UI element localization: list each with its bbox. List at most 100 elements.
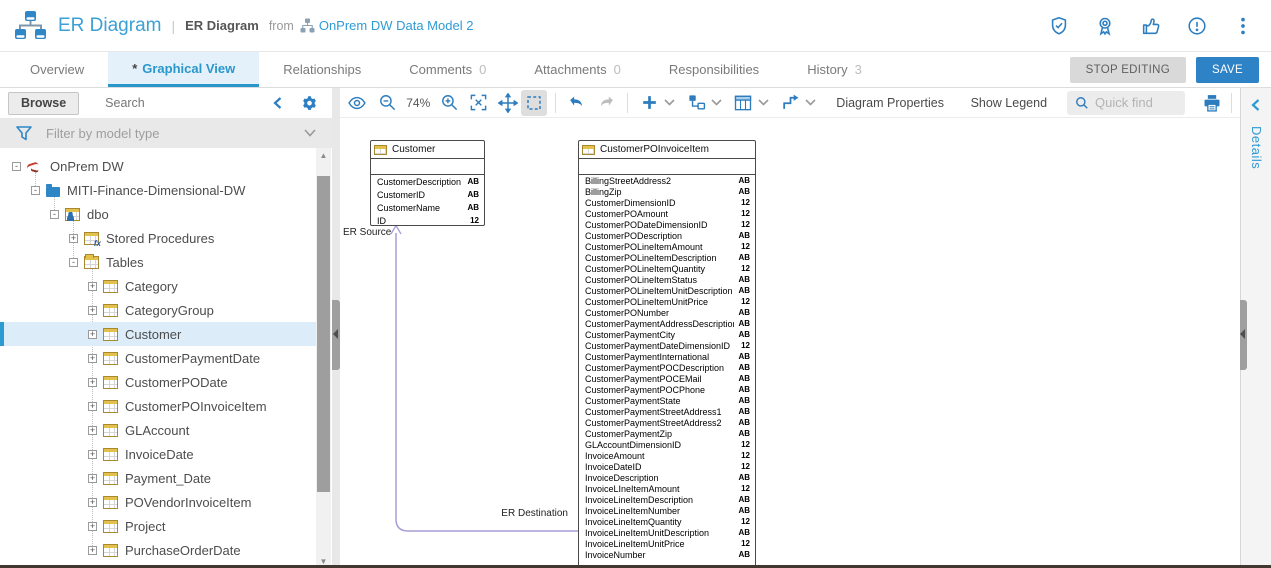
entity-column-row[interactable]: ID 12 bbox=[371, 214, 484, 227]
tree-item[interactable]: - OnPrem DW bbox=[0, 154, 316, 178]
tree-expander-icon[interactable]: + bbox=[88, 522, 97, 531]
entity-column-row[interactable]: CustomerPONumber AB bbox=[579, 307, 755, 318]
pan-icon[interactable] bbox=[495, 90, 521, 116]
entity-column-row[interactable]: CustomerPaymentAddressDescription AB bbox=[579, 318, 755, 329]
details-collapse-handle[interactable] bbox=[1240, 300, 1247, 370]
entity-column-row[interactable]: InvoiceDateID 12 bbox=[579, 461, 755, 472]
scrollbar-thumb[interactable] bbox=[317, 176, 330, 492]
tree-expander-icon[interactable]: + bbox=[88, 498, 97, 507]
tab[interactable]: Responsibilities bbox=[645, 52, 783, 87]
tree-expander-icon[interactable]: + bbox=[88, 306, 97, 315]
entity-column-row[interactable]: CustomerPaymentPOCPhone AB bbox=[579, 384, 755, 395]
tree-item[interactable]: - dbo bbox=[0, 202, 316, 226]
entity-column-row[interactable]: BillingStreetAddress2 AB bbox=[579, 175, 755, 186]
relationship-icon[interactable] bbox=[777, 90, 803, 116]
entity-column-row[interactable]: InvoiceAmount 12 bbox=[579, 450, 755, 461]
details-panel-collapsed[interactable]: Details bbox=[1240, 88, 1271, 568]
entity-column-row[interactable]: CustomerPOLineItemQuantity 12 bbox=[579, 263, 755, 274]
tab[interactable]: Comments 0 bbox=[385, 52, 510, 87]
chevron-down-icon[interactable] bbox=[711, 99, 722, 106]
print-icon[interactable] bbox=[1199, 90, 1225, 116]
entity-column-row[interactable]: CustomerPODateDimensionID 12 bbox=[579, 219, 755, 230]
alert-circle-icon[interactable] bbox=[1185, 14, 1209, 38]
tree-item[interactable]: + Payment_Date bbox=[0, 466, 316, 490]
tree-item[interactable]: + Customer bbox=[0, 322, 316, 346]
scroll-up-icon[interactable]: ▲ bbox=[316, 148, 331, 162]
tree-expander-icon[interactable]: + bbox=[88, 402, 97, 411]
quick-find-input[interactable] bbox=[1095, 95, 1179, 110]
tree-item[interactable]: + POVendorInvoiceItem bbox=[0, 490, 316, 514]
tree-item[interactable]: + Stored Procedures bbox=[0, 226, 316, 250]
show-legend-button[interactable]: Show Legend bbox=[971, 96, 1047, 110]
tree-expander-icon[interactable]: + bbox=[88, 474, 97, 483]
tree-expander-icon[interactable]: + bbox=[88, 282, 97, 291]
save-button[interactable]: SAVE bbox=[1196, 57, 1259, 83]
entity-column-row[interactable]: CustomerDimensionID 12 bbox=[579, 197, 755, 208]
model-link[interactable]: OnPrem DW Data Model 2 bbox=[319, 18, 474, 33]
entity-column-row[interactable]: CustomerPaymentZip AB bbox=[579, 428, 755, 439]
entity-column-row[interactable]: CustomerName AB bbox=[371, 201, 484, 214]
tab[interactable]: * Graphical View bbox=[108, 52, 259, 87]
entity-column-row[interactable]: InvoiceLineItemUnitPrice 12 bbox=[579, 538, 755, 549]
entity-column-row[interactable]: CustomerPOLineItemStatus AB bbox=[579, 274, 755, 285]
entity-column-row[interactable]: InvoiceLineItemQuantity 12 bbox=[579, 516, 755, 527]
entity-column-row[interactable]: InvoiceLineItemUnitDescription AB bbox=[579, 527, 755, 538]
tree-item[interactable]: - MITI-Finance-Dimensional-DW bbox=[0, 178, 316, 202]
tree-item[interactable]: + PurchaseOrderDate bbox=[0, 538, 316, 562]
entity-column-row[interactable]: BillingZip AB bbox=[579, 186, 755, 197]
sidebar-splitter[interactable] bbox=[332, 88, 340, 568]
diagram-properties-button[interactable]: Diagram Properties bbox=[836, 96, 944, 110]
tree-item[interactable]: + CustomerPOInvoiceItem bbox=[0, 394, 316, 418]
tree-item[interactable]: + GLAccount bbox=[0, 418, 316, 442]
tree-expander-icon[interactable]: + bbox=[88, 450, 97, 459]
tab[interactable]: Relationships bbox=[259, 52, 385, 87]
search-tab[interactable]: Search bbox=[105, 96, 145, 110]
stop-editing-button[interactable]: STOP EDITING bbox=[1070, 57, 1186, 83]
tree-expander-icon[interactable]: - bbox=[50, 210, 59, 219]
tab[interactable]: Overview bbox=[6, 52, 108, 87]
entity-customerpoinvoiceitem[interactable]: CustomerPOInvoiceItem BillingStreetAddre… bbox=[578, 140, 756, 565]
entity-customer[interactable]: Customer CustomerDescription AB Customer… bbox=[370, 140, 485, 226]
entity-column-row[interactable]: CustomerPaymentInternational AB bbox=[579, 351, 755, 362]
tab[interactable]: Attachments 0 bbox=[510, 52, 645, 87]
collapse-sidebar-icon[interactable] bbox=[271, 96, 285, 110]
award-ribbon-icon[interactable] bbox=[1093, 14, 1117, 38]
fit-to-screen-icon[interactable] bbox=[466, 90, 492, 116]
zoom-in-icon[interactable] bbox=[436, 90, 462, 116]
entity-column-row[interactable]: CustomerPOLineItemDescription AB bbox=[579, 252, 755, 263]
marquee-select-icon[interactable] bbox=[521, 90, 547, 116]
tree-item[interactable]: - Tables bbox=[0, 250, 316, 274]
tree-item[interactable]: + Category bbox=[0, 274, 316, 298]
entity-column-row[interactable]: CustomerPODescription AB bbox=[579, 230, 755, 241]
tab[interactable]: History 3 bbox=[783, 52, 886, 87]
chevron-down-icon[interactable] bbox=[758, 99, 769, 106]
expand-details-icon[interactable] bbox=[1249, 98, 1263, 112]
entity-column-row[interactable]: InvoiceDescription AB bbox=[579, 472, 755, 483]
tree-expander-icon[interactable]: - bbox=[31, 186, 40, 195]
tree-expander-icon[interactable]: - bbox=[69, 258, 78, 267]
redo-icon[interactable] bbox=[593, 90, 619, 116]
tree-expander-icon[interactable]: + bbox=[88, 426, 97, 435]
auto-layout-icon[interactable] bbox=[683, 90, 709, 116]
entity-column-row[interactable]: CustomerPaymentPOCEMail AB bbox=[579, 373, 755, 384]
kebab-menu-icon[interactable] bbox=[1231, 14, 1255, 38]
entity-column-row[interactable]: InvoiceLIneItemAmount 12 bbox=[579, 483, 755, 494]
entity-column-row[interactable]: CustomerPOLineItemAmount 12 bbox=[579, 241, 755, 252]
chevron-down-icon[interactable] bbox=[805, 99, 816, 106]
entity-column-row[interactable]: CustomerPOLineItemUnitDescription AB bbox=[579, 285, 755, 296]
entity-column-row[interactable]: CustomerPaymentStreetAddress2 AB bbox=[579, 417, 755, 428]
tree-expander-icon[interactable]: + bbox=[69, 234, 78, 243]
tree-item[interactable]: + CustomerPaymentDate bbox=[0, 346, 316, 370]
entity-column-row[interactable]: CustomerPOLineItemUnitPrice 12 bbox=[579, 296, 755, 307]
tree-expander-icon[interactable]: + bbox=[88, 378, 97, 387]
browse-tab[interactable]: Browse bbox=[8, 92, 79, 115]
add-entity-icon[interactable] bbox=[636, 90, 662, 116]
undo-icon[interactable] bbox=[564, 90, 590, 116]
tree-item[interactable]: + Project bbox=[0, 514, 316, 538]
entity-column-row[interactable]: CustomerDescription AB bbox=[371, 175, 484, 188]
tree-expander-icon[interactable]: - bbox=[12, 162, 21, 171]
entity-column-row[interactable]: CustomerPaymentDateDimensionID 12 bbox=[579, 340, 755, 351]
entity-column-row[interactable]: CustomerID AB bbox=[371, 188, 484, 201]
entity-column-row[interactable]: CustomerPaymentCity AB bbox=[579, 329, 755, 340]
tree-expander-icon[interactable]: + bbox=[88, 354, 97, 363]
